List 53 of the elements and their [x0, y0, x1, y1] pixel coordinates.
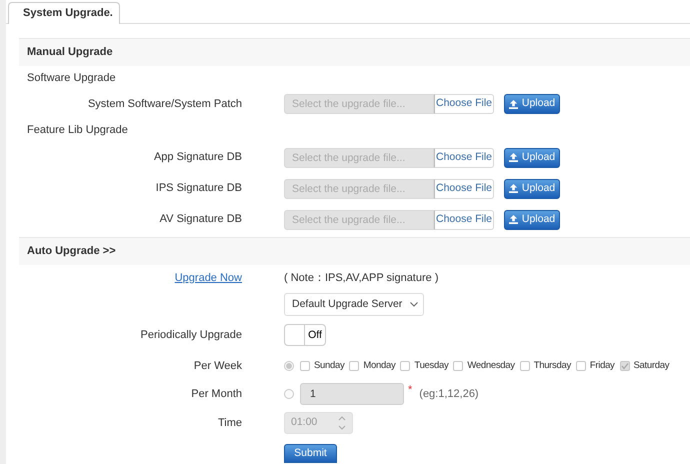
time-field[interactable]: 01:00	[284, 412, 353, 434]
choose-file-button[interactable]: Choose File	[434, 148, 494, 168]
field-label: Per Week	[192, 358, 242, 374]
upload-button[interactable]: Upload	[504, 178, 560, 198]
note-text: ( Note：IPS,AV,APP signature )	[284, 270, 438, 286]
field-label: System Software/System Patch	[86, 96, 242, 112]
checkbox[interactable]	[620, 361, 630, 371]
field-label: Periodically Upgrade	[140, 328, 242, 343]
spinner-icon	[338, 416, 346, 430]
field-label: IPS Signature DB	[154, 181, 242, 196]
checkbox[interactable]	[576, 361, 586, 371]
day-field[interactable]: 1	[300, 383, 404, 405]
day-label: Sunday	[314, 358, 344, 373]
chevron-down-icon	[410, 302, 418, 307]
choose-file-button[interactable]: Choose File	[434, 210, 494, 230]
field-label: AV Signature DB	[158, 212, 242, 228]
checkbox[interactable]	[453, 361, 464, 371]
section-header: Auto Upgrade >>	[19, 237, 690, 265]
toggle-switch[interactable]: Off	[284, 324, 326, 346]
choose-file-button[interactable]: Choose File	[434, 178, 494, 198]
tab[interactable]: System Upgrade.	[8, 2, 120, 24]
day-label: Monday	[363, 358, 396, 373]
required-mark: *	[408, 382, 412, 398]
field-label: App Signature DB	[152, 150, 242, 166]
day-label: Wednesday	[467, 358, 515, 373]
radio-button[interactable]	[284, 389, 294, 399]
group-title: Feature Lib Upgrade	[27, 122, 128, 138]
server-select[interactable]: Default Upgrade Server	[284, 293, 424, 316]
hint-text: (eg:1,12,26)	[419, 386, 479, 402]
checkbox[interactable]	[520, 361, 530, 371]
upload-icon	[508, 100, 518, 108]
choose-file-button[interactable]: Choose File	[434, 94, 494, 114]
day-label: Saturday	[634, 358, 670, 373]
upload-icon	[508, 184, 518, 193]
upload-icon	[508, 215, 518, 224]
upgrade-now-link[interactable]: Upgrade Now	[174, 272, 242, 284]
upload-button[interactable]: Upload	[504, 210, 560, 230]
submit-button[interactable]: Submit	[284, 444, 337, 463]
day-label: Tuesday	[414, 358, 448, 373]
upload-button[interactable]: Upload	[504, 94, 560, 114]
field-label: Per Month	[190, 386, 242, 402]
upload-icon	[508, 153, 518, 162]
checkmark-icon	[620, 362, 629, 370]
group-title: Software Upgrade	[27, 70, 116, 86]
day-label: Friday	[590, 358, 615, 373]
field-label: Time	[216, 416, 242, 431]
checkbox[interactable]	[349, 361, 360, 371]
radio-button[interactable]	[284, 361, 294, 371]
checkbox[interactable]	[300, 361, 310, 371]
day-label: Thursday	[534, 358, 571, 373]
section-header: Manual Upgrade	[19, 38, 690, 66]
checkbox[interactable]	[400, 361, 410, 371]
upload-button[interactable]: Upload	[504, 148, 560, 168]
